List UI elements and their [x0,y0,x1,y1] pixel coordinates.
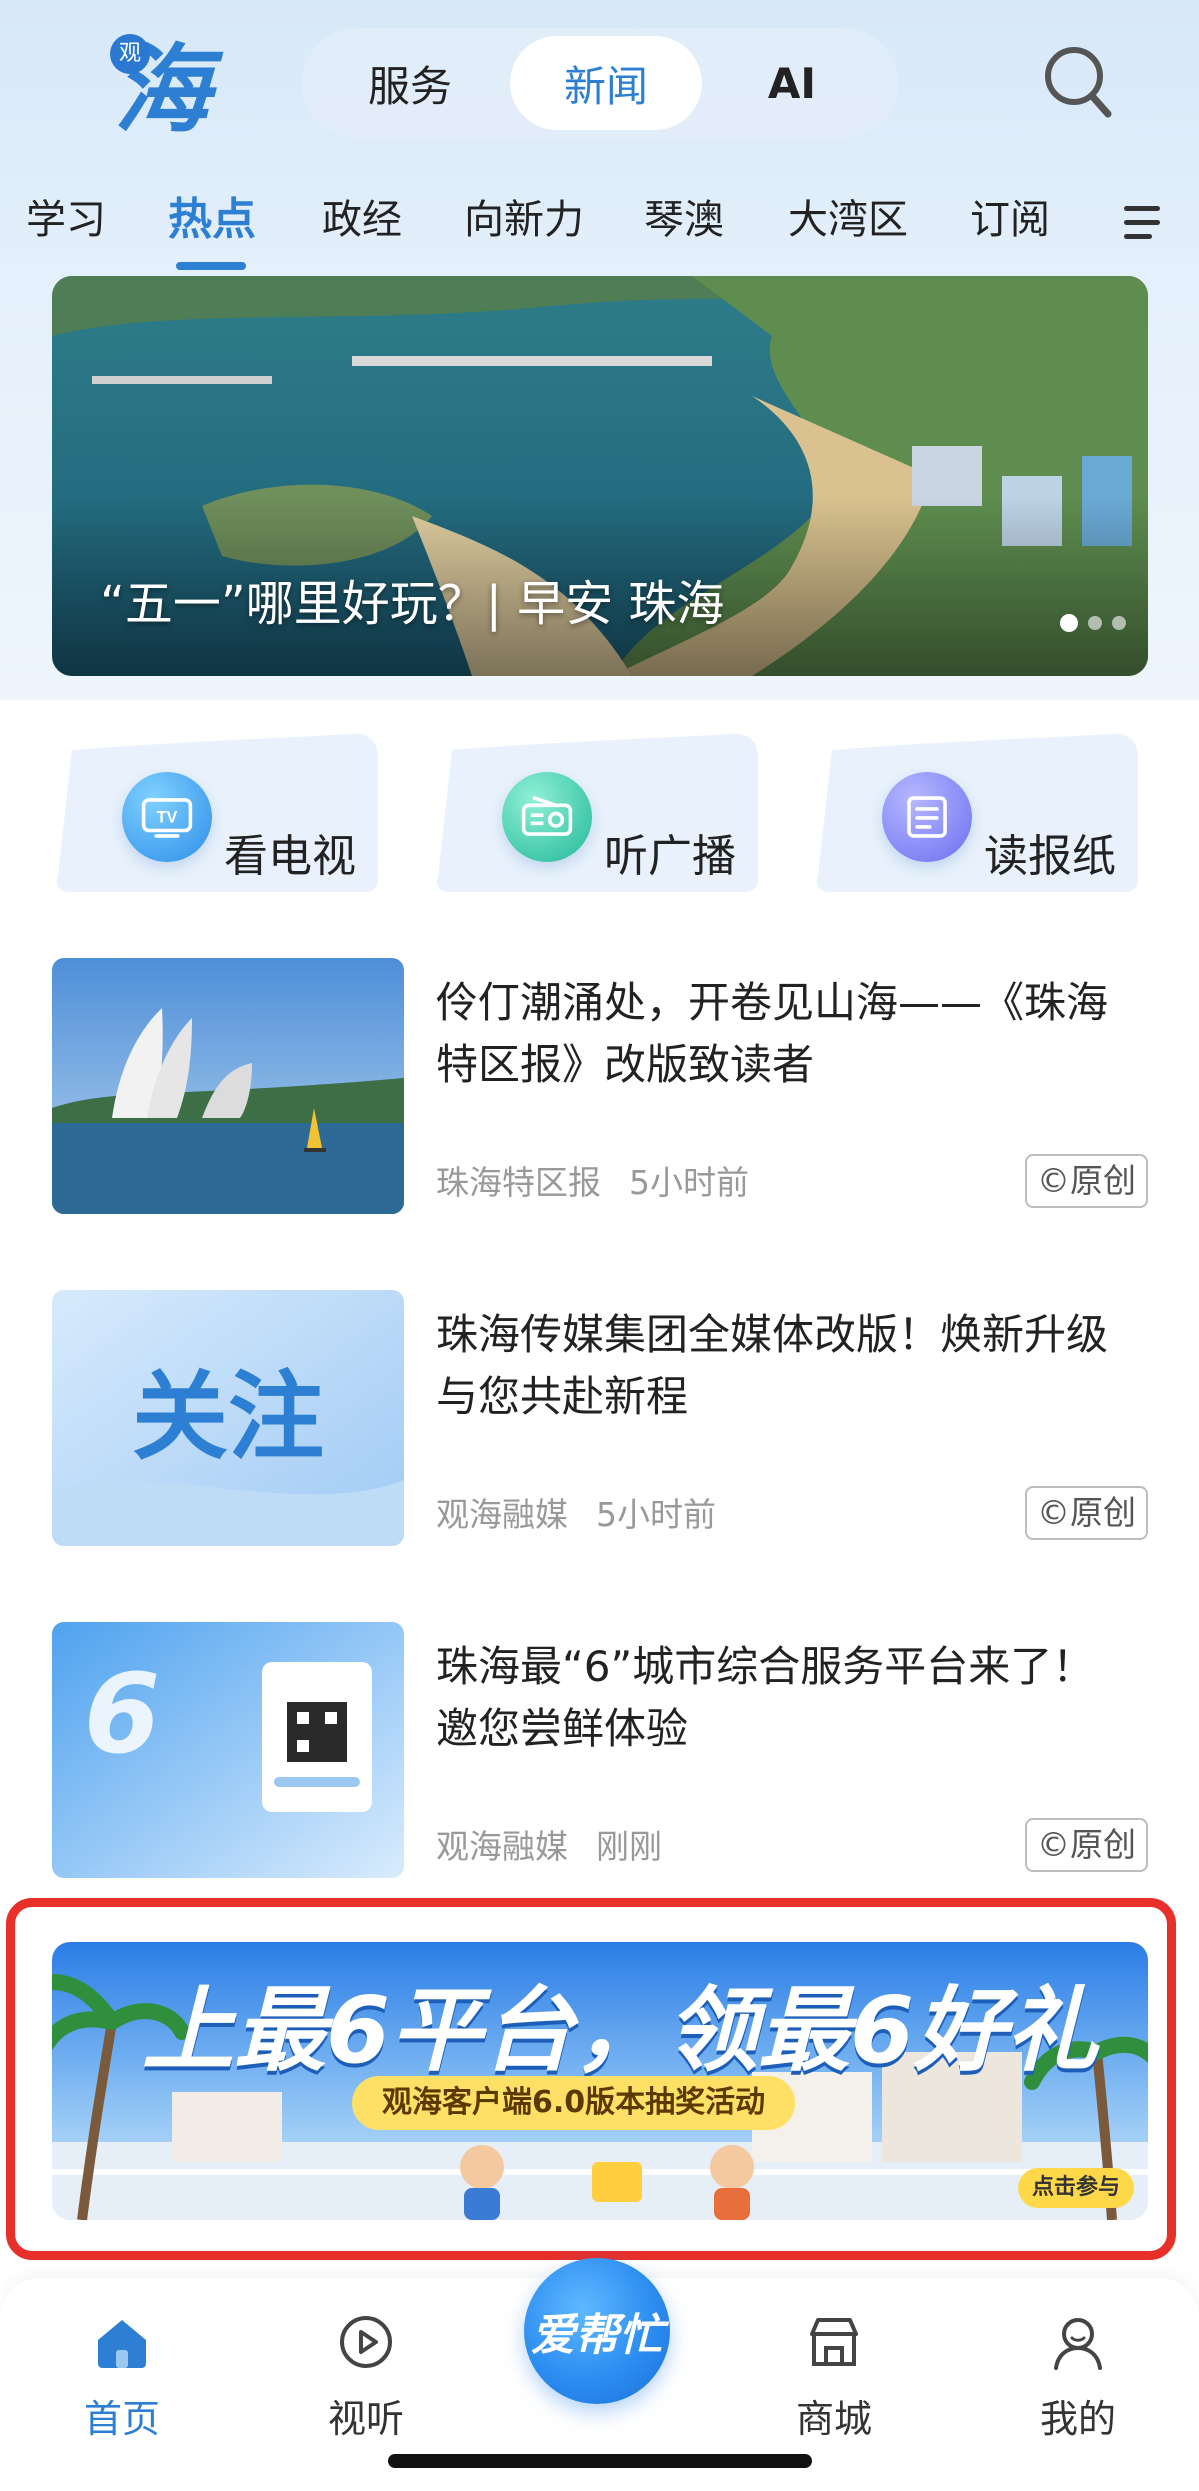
tab-mine[interactable]: 我的 [998,2278,1158,2441]
tab-mall[interactable]: 商城 [754,2278,914,2441]
segment-services[interactable]: 服务 [310,36,510,130]
search-icon [1045,47,1112,118]
hero-banner[interactable]: “五一”哪里好玩？| 早安 珠海 [52,276,1148,676]
carousel-dot [1088,616,1102,630]
news-title: 珠海传媒集团全媒体改版！焕新升级与您共赴新程 [436,1310,1109,1421]
radio-icon [502,772,592,862]
original-badge: ©原创 [1025,1486,1148,1540]
promo-cta-button[interactable]: 点击参与 [1017,2168,1134,2208]
promo-banner[interactable]: 上最6平台，领最6好礼 观海客户端6.0版本抽奖活动 点击参与 [52,1942,1148,2220]
segment-news[interactable]: 新闻 [510,36,702,130]
read-newspaper-label: 读报纸 [984,831,1116,882]
news-item[interactable]: 关注 珠海传媒集团全媒体改版！焕新升级与您共赴新程 观海融媒 5小时前 ©原创 [52,1290,1148,1550]
news-thumbnail: 关注 [52,1290,404,1546]
read-newspaper-entry[interactable]: 读报纸 [812,730,1148,895]
help-center-button[interactable]: 爱帮忙 [524,2258,670,2404]
tv-icon: TV [122,772,212,862]
news-thumb-text: 关注 [132,1361,324,1473]
segment-ai[interactable]: AI [702,36,882,130]
watch-tv-entry[interactable]: TV 看电视 [52,730,388,895]
active-tab-indicator [176,262,246,270]
news-source: 观海融媒 [436,1495,568,1534]
hero-banner-title: “五一”哪里好玩？| 早安 珠海 [100,576,725,632]
home-indicator [388,2454,812,2468]
category-tabs: 学习 热点 政经 向新力 琴澳 大湾区 订阅 [0,180,1199,280]
top-segmented-control: 服务 新闻 AI [302,28,898,138]
tab-audio-video[interactable]: 视听 [286,2278,446,2441]
logo-badge: 观 [110,34,150,74]
category-menu-button[interactable] [1122,200,1168,246]
tab-home-label: 首页 [83,2397,160,2441]
svg-text:TV: TV [157,808,178,826]
menu-icon [1124,206,1160,239]
search-button[interactable] [1040,40,1116,124]
news-time: 刚刚 [596,1827,662,1866]
tab-subscribe[interactable]: 订阅 [970,180,1050,260]
news-title: 珠海最“6”城市综合服务平台来了！邀您尝鲜体验 [436,1642,1095,1753]
news-meta: 观海融媒 5小时前 [436,1488,716,1536]
tab-hot[interactable]: 热点 [168,180,256,260]
user-icon [1054,2318,1102,2370]
tab-study[interactable]: 学习 [26,180,106,260]
watch-tv-label: 看电视 [224,831,356,882]
news-time: 5小时前 [629,1163,749,1202]
news-meta: 珠海特区报 5小时前 [436,1156,749,1204]
tab-politics-economy[interactable]: 政经 [322,180,402,260]
home-icon [98,2320,146,2368]
tab-qin-ao[interactable]: 琴澳 [644,180,724,260]
news-item[interactable]: 伶仃潮涌处，开卷见山海——《珠海特区报》改版致读者 珠海特区报 5小时前 ©原创 [52,958,1148,1218]
news-title: 伶仃潮涌处，开卷见山海——《珠海特区报》改版致读者 [436,978,1109,1089]
news-source: 观海融媒 [436,1827,568,1866]
play-circle-icon [340,2316,392,2368]
tab-greater-bay-area[interactable]: 大湾区 [788,180,908,260]
original-badge: ©原创 [1025,1154,1148,1208]
quick-entries: TV 看电视 听广播 读报纸 [0,720,1199,900]
listen-radio-label: 听广播 [604,831,736,882]
help-center-label: 爱帮忙 [531,2310,663,2361]
carousel-dot [1112,616,1126,630]
tab-new-force[interactable]: 向新力 [464,180,584,260]
carousel-indicator [1060,614,1126,632]
news-meta: 观海融媒 刚刚 [436,1820,662,1868]
carousel-dot-active [1060,614,1078,632]
tab-home[interactable]: 首页 [42,2278,202,2441]
tab-mine-label: 我的 [1039,2397,1116,2441]
promo-subtitle: 观海客户端6.0版本抽奖活动 [352,2076,796,2130]
promo-headline: 上最6平台，领最6好礼 [142,1977,1099,2084]
store-icon [810,2318,858,2366]
newspaper-icon [882,772,972,862]
tab-audio-video-label: 视听 [327,2397,404,2441]
original-badge: ©原创 [1025,1818,1148,1872]
listen-radio-entry[interactable]: 听广播 [432,730,768,895]
news-thumbnail [52,958,404,1214]
svg-text:6: 6 [84,1650,161,1778]
app-logo: 海 观 [100,28,220,148]
tab-mall-label: 商城 [795,2397,872,2441]
news-thumbnail: 6 [52,1622,404,1878]
news-source: 珠海特区报 [436,1163,601,1202]
news-item[interactable]: 6 珠海最“6”城市综合服务平台来了！邀您尝鲜体验 观海融媒 刚刚 ©原创 [52,1622,1148,1882]
news-time: 5小时前 [596,1495,716,1534]
